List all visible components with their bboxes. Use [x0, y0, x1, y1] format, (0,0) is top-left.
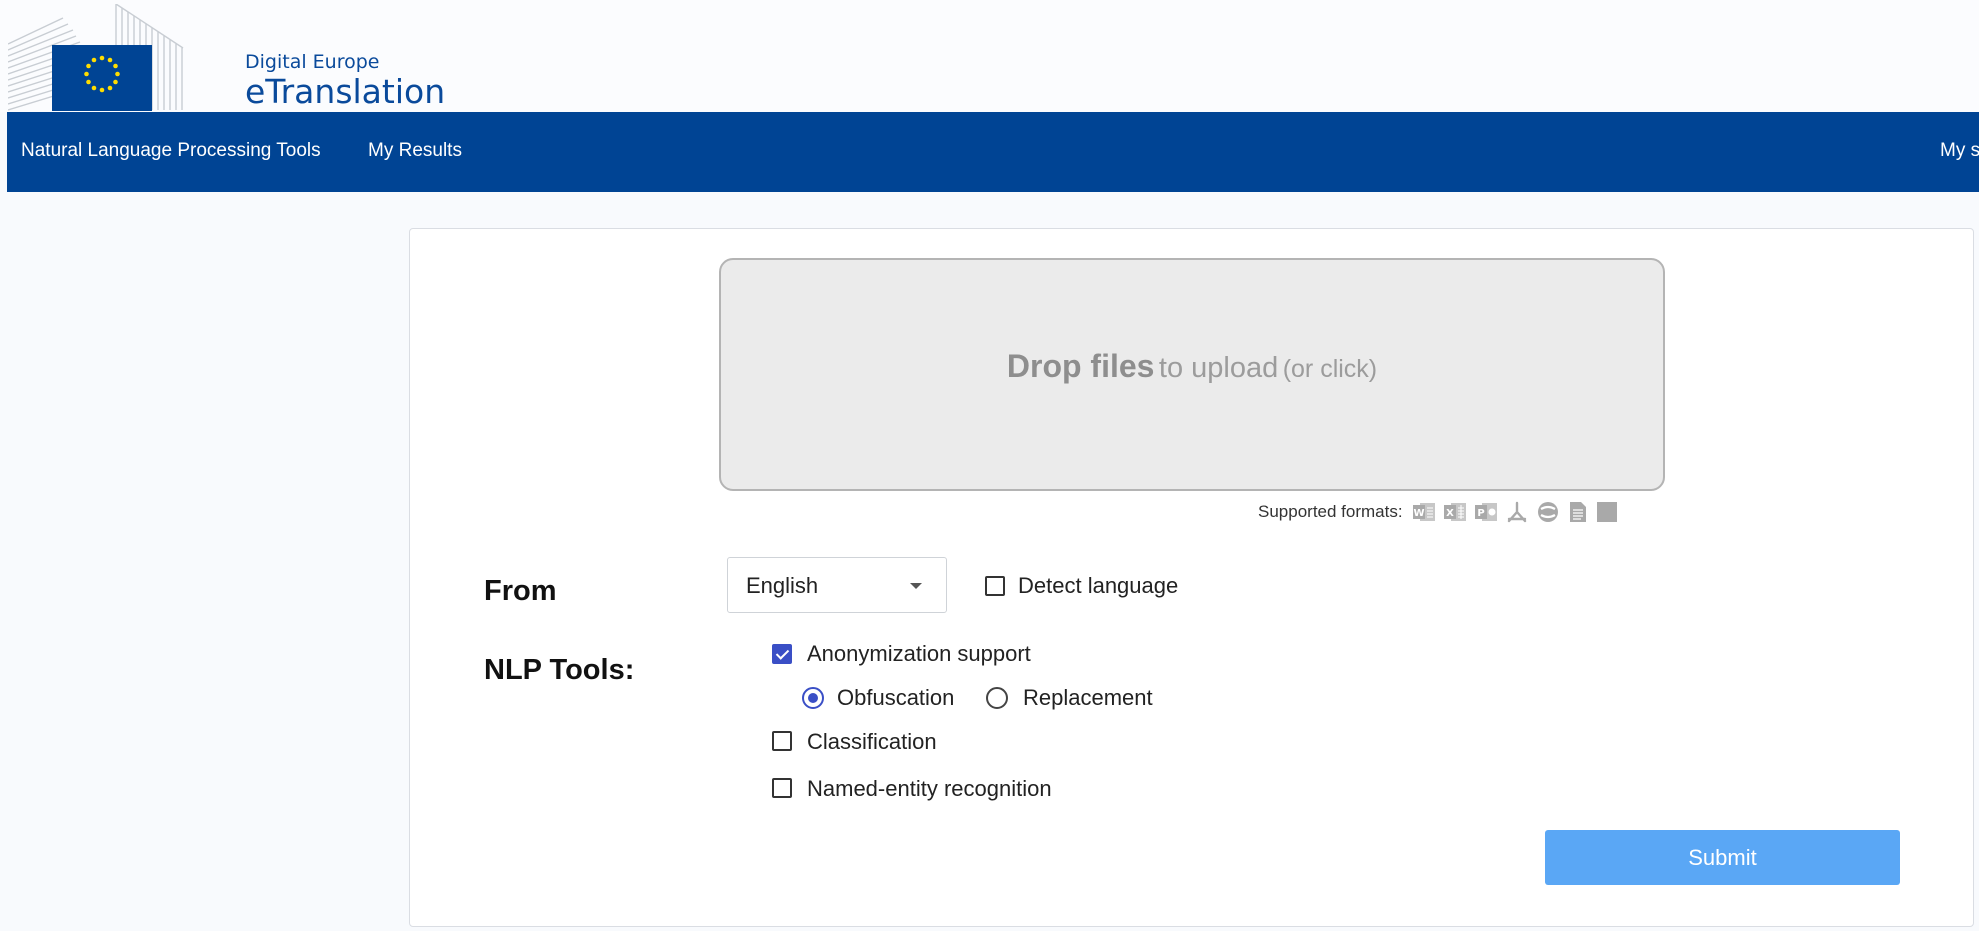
detect-language-checkbox[interactable]: [985, 576, 1005, 596]
ner-label[interactable]: Named-entity recognition: [807, 776, 1052, 802]
svg-text:W: W: [1413, 508, 1424, 519]
detect-language-label[interactable]: Detect language: [1018, 573, 1178, 599]
dropzone-small-text: (or click): [1282, 355, 1378, 383]
web-icon: [1537, 502, 1558, 522]
replacement-label[interactable]: Replacement: [1023, 685, 1153, 711]
generic-file-icon: [1596, 502, 1617, 522]
svg-text:X: X: [1446, 508, 1454, 519]
submit-button[interactable]: Submit: [1545, 830, 1900, 885]
nav-item-my-results[interactable]: My Results: [368, 140, 462, 162]
supported-formats-label: Supported formats:: [1258, 502, 1403, 521]
ner-checkbox[interactable]: [772, 778, 792, 798]
main-navbar: Natural Language Processing Tools My Res…: [7, 112, 1979, 192]
dropzone-strong-text: Drop files: [1006, 348, 1155, 384]
text-file-icon: [1569, 502, 1586, 522]
brand[interactable]: Digital Europe eTranslation: [245, 50, 445, 110]
excel-icon: X: [1443, 503, 1466, 521]
replacement-radio[interactable]: [986, 687, 1008, 709]
chevron-down-icon: [910, 583, 922, 589]
anonymization-checkbox[interactable]: [772, 644, 792, 664]
anonymization-label[interactable]: Anonymization support: [807, 641, 1031, 667]
word-icon: W: [1412, 503, 1435, 521]
nav-item-account-partial[interactable]: My s: [1940, 140, 1979, 162]
pdf-icon: [1507, 501, 1526, 523]
nlp-tools-label: NLP Tools:: [484, 654, 635, 686]
brand-subtitle: Digital Europe: [245, 51, 380, 73]
site-header: Digital Europe eTranslation: [0, 0, 1979, 112]
classification-label[interactable]: Classification: [807, 729, 937, 755]
dropzone-mid-text: to upload: [1158, 352, 1279, 384]
svg-text:P: P: [1477, 508, 1484, 519]
source-language-value: English: [746, 573, 819, 598]
classification-checkbox[interactable]: [772, 731, 792, 751]
dropzone-text: Drop files to upload (or click): [721, 348, 1663, 385]
european-commission-logo[interactable]: [8, 4, 223, 112]
nav-item-nlp-tools[interactable]: Natural Language Processing Tools: [21, 140, 321, 162]
brand-title: eTranslation: [245, 72, 446, 111]
from-label: From: [484, 575, 557, 607]
file-dropzone[interactable]: Drop files to upload (or click): [719, 258, 1665, 491]
obfuscation-label[interactable]: Obfuscation: [837, 685, 954, 711]
powerpoint-icon: P: [1474, 503, 1497, 521]
obfuscation-radio[interactable]: [802, 687, 824, 709]
supported-formats: Supported formats: W X P: [1258, 500, 1618, 524]
source-language-select[interactable]: English: [727, 557, 947, 613]
